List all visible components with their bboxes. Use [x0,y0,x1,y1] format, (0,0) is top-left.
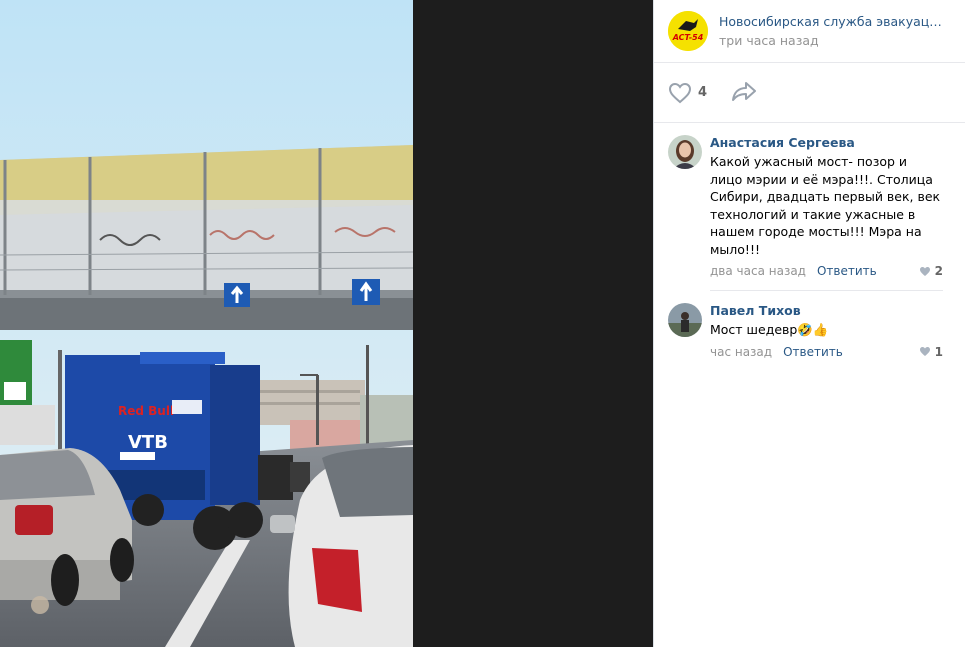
photo-pane: Red Bull VTB [0,0,653,647]
comment-like-count: 2 [934,264,943,278]
comment-like-count: 1 [934,344,943,359]
comment-author-link[interactable]: Павел Тихов [710,303,943,318]
reply-button[interactable]: Ответить [783,345,843,359]
comment-text: Какой ужасный мост- позор и лицо мэрии и… [710,154,941,257]
comment-like-button[interactable]: 2 [919,264,943,278]
comment-time[interactable]: час назад [710,345,772,359]
small-heart-icon [919,347,930,356]
small-heart-icon [919,266,930,276]
comment-item: Анастасия Сергеева Какой ужасный мост- п… [668,123,943,291]
truck-vtb-text: VTB [128,432,168,453]
community-avatar[interactable]: ACT-54 [668,11,708,51]
like-count: 4 [698,85,708,100]
heart-icon [668,82,692,103]
street-scene-image: Red Bull VTB [0,0,413,647]
comments-list: Анастасия Сергеева Какой ужасный мост- п… [654,123,965,371]
user-avatar-image [668,303,702,337]
comment-text: Мост шедевр🤣👍 [710,322,829,337]
comment-item: Павел Тихов Мост шедевр🤣👍 час назад Отве… [668,291,943,371]
user-avatar-image [668,135,702,169]
post-viewer: Red Bull VTB ACT-54 Новосибирская служба… [0,0,965,647]
like-button[interactable]: 4 [668,82,707,104]
post-photo[interactable]: Red Bull VTB [0,0,413,647]
post-actions: 4 [654,63,965,123]
act54-logo-icon: ACT-54 [668,11,708,51]
truck-brand-text: Red Bull [118,404,174,418]
comment-like-button[interactable]: 1 [919,345,943,359]
share-arrow-icon [732,81,757,101]
post-time[interactable]: три часа назад [719,33,947,48]
avatar[interactable] [668,303,702,337]
comment-time[interactable]: два часа назад [710,264,806,278]
reply-button[interactable]: Ответить [817,264,877,278]
share-button[interactable] [731,81,757,105]
logo-text: ACT-54 [672,33,704,42]
post-sidebar: ACT-54 Новосибирская служба эвакуации...… [653,0,965,647]
post-author-link[interactable]: Новосибирская служба эвакуации... [719,14,947,29]
post-header: ACT-54 Новосибирская служба эвакуации...… [654,0,965,63]
comment-author-link[interactable]: Анастасия Сергеева [710,135,943,150]
avatar[interactable] [668,135,702,169]
